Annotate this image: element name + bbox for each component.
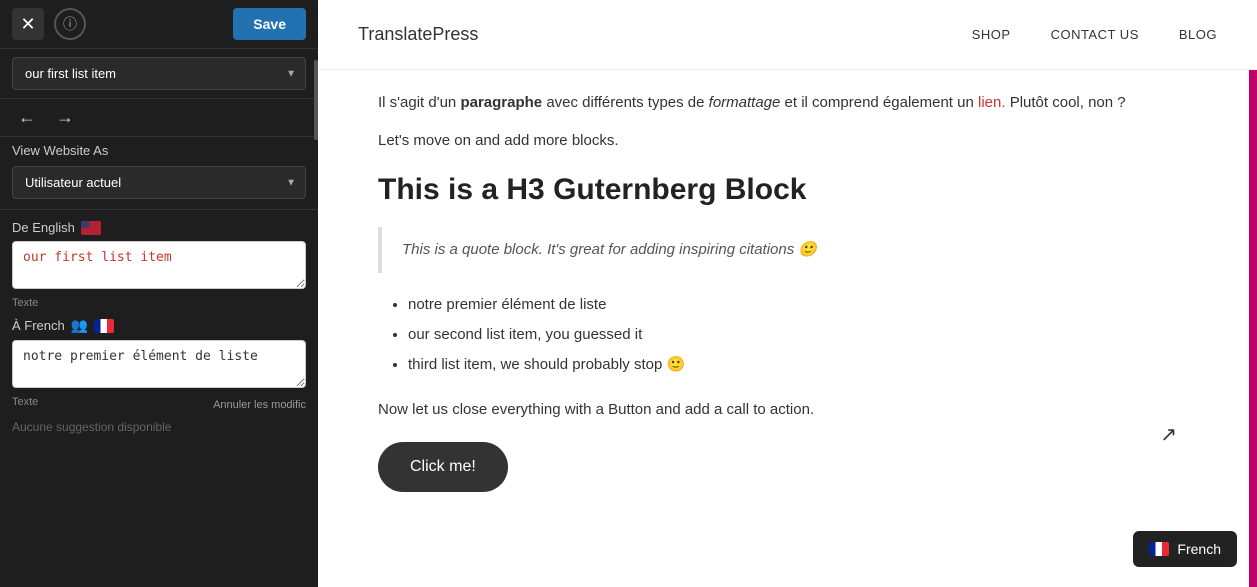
click-me-button[interactable]: Click me! bbox=[378, 442, 508, 492]
french-language-badge[interactable]: French bbox=[1133, 531, 1237, 567]
cta-text: Now let us close everything with a Butto… bbox=[378, 397, 1197, 423]
content-area: Il s'agit d'un paragraphe avec différent… bbox=[318, 70, 1257, 587]
annuler-link[interactable]: Annuler les modific bbox=[213, 399, 306, 411]
view-as-select[interactable]: Utilisateur actuel bbox=[12, 166, 306, 199]
view-as-select-wrapper: Utilisateur actuel bbox=[12, 166, 306, 199]
save-button[interactable]: Save bbox=[233, 8, 306, 40]
to-lang-input[interactable]: notre premier élément de liste bbox=[12, 340, 306, 388]
quote-text: This is a quote block. It's great for ad… bbox=[402, 237, 1177, 263]
list-item: third list item, we should probably stop… bbox=[408, 353, 1197, 377]
nav-shop[interactable]: SHOP bbox=[972, 27, 1011, 42]
french-badge-flag bbox=[1149, 542, 1169, 556]
close-button[interactable]: ✕ bbox=[12, 8, 44, 40]
users-icon: 👥 bbox=[71, 317, 88, 334]
h3-heading: This is a H3 Guternberg Block bbox=[378, 173, 1197, 207]
from-lang-type: Texte bbox=[12, 297, 306, 309]
site-header: TranslatePress SHOP CONTACT US BLOG bbox=[318, 0, 1257, 70]
to-lang-type-row: Texte Annuler les modific bbox=[12, 396, 306, 408]
list-item: notre premier élément de liste bbox=[408, 293, 1197, 317]
french-badge-label: French bbox=[1177, 541, 1221, 557]
paragraph-link[interactable]: lien. bbox=[978, 94, 1006, 111]
paragraph-block: Il s'agit d'un paragraphe avec différent… bbox=[378, 90, 1197, 116]
content-panel: TranslatePress SHOP CONTACT US BLOG Il s… bbox=[318, 0, 1257, 587]
move-on-text: Let's move on and add more blocks. bbox=[378, 128, 1197, 154]
list-item: our second list item, you guessed it bbox=[408, 323, 1197, 347]
cursor-indicator: ↗ bbox=[1160, 422, 1177, 447]
nav-arrows-bar: ← → bbox=[0, 99, 318, 137]
no-suggestion-text: Aucune suggestion disponible bbox=[12, 420, 306, 434]
info-button[interactable]: ⓘ bbox=[54, 8, 86, 40]
quote-block: This is a quote block. It's great for ad… bbox=[378, 227, 1197, 273]
site-nav: SHOP CONTACT US BLOG bbox=[972, 27, 1217, 42]
view-as-title: View Website As bbox=[12, 143, 306, 158]
from-lang-header: De English bbox=[12, 220, 306, 235]
italic-text: formattage bbox=[709, 94, 781, 111]
nav-contact[interactable]: CONTACT US bbox=[1051, 27, 1139, 42]
toolbar: ✕ ⓘ Save bbox=[0, 0, 318, 49]
source-select-area: our first list item bbox=[0, 49, 318, 99]
to-lang-label: À French bbox=[12, 318, 65, 333]
from-lang-label: De English bbox=[12, 220, 75, 235]
to-lang-header: À French 👥 bbox=[12, 317, 306, 334]
pink-accent-bar bbox=[1249, 70, 1257, 587]
back-arrow-button[interactable]: ← bbox=[12, 105, 42, 130]
fr-flag-icon bbox=[94, 319, 114, 333]
nav-blog[interactable]: BLOG bbox=[1179, 27, 1217, 42]
to-lang-type: Texte bbox=[12, 396, 38, 408]
us-flag-icon bbox=[81, 221, 101, 235]
source-select-wrapper: our first list item bbox=[12, 57, 306, 90]
forward-arrow-button[interactable]: → bbox=[50, 105, 80, 130]
bold-text: paragraphe bbox=[460, 94, 542, 111]
bullet-list: notre premier élément de liste our secon… bbox=[408, 293, 1197, 377]
translation-panel: ✕ ⓘ Save our first list item ← → View We… bbox=[0, 0, 318, 587]
view-as-section: View Website As Utilisateur actuel bbox=[0, 137, 318, 210]
from-lang-input[interactable]: our first list item bbox=[12, 241, 306, 289]
translation-section: De English our first list item Texte À F… bbox=[0, 210, 318, 587]
source-string-select[interactable]: our first list item bbox=[12, 57, 306, 90]
site-logo: TranslatePress bbox=[358, 24, 478, 45]
